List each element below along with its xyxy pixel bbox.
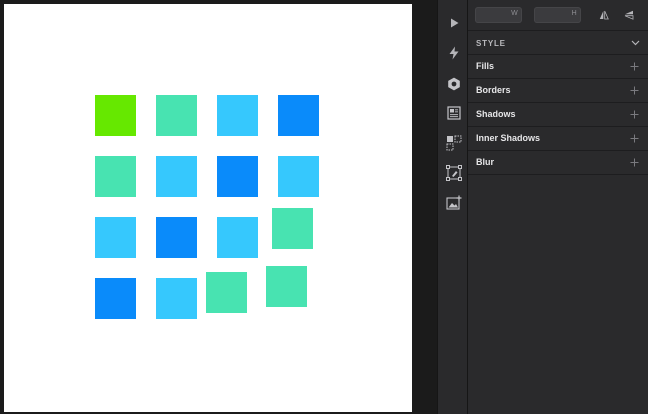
style-title: STYLE — [476, 39, 506, 48]
property-label: Fills — [476, 61, 495, 71]
style-section-header[interactable]: STYLE — [468, 31, 648, 55]
canvas-square[interactable] — [95, 95, 136, 136]
canvas-area[interactable] — [0, 0, 437, 414]
property-row-inner-shadows[interactable]: Inner Shadows — [468, 127, 648, 151]
width-suffix: W — [511, 10, 518, 17]
property-label: Blur — [476, 157, 494, 167]
app-window: W H STYLE Fills Borders Shadows Inner Shado… — [0, 0, 648, 414]
plus-icon[interactable] — [630, 62, 639, 71]
canvas-square[interactable] — [95, 278, 136, 319]
property-row-blur[interactable]: Blur — [468, 151, 648, 175]
canvas-square[interactable] — [272, 208, 313, 249]
canvas-square[interactable] — [156, 95, 197, 136]
width-field[interactable]: W — [475, 7, 522, 23]
plus-icon[interactable] — [630, 86, 639, 95]
add-image-icon[interactable] — [438, 188, 469, 218]
component-icon[interactable] — [438, 69, 469, 99]
canvas-square[interactable] — [278, 156, 319, 197]
property-label: Borders — [476, 85, 511, 95]
property-label: Shadows — [476, 109, 516, 119]
canvas-square[interactable] — [217, 95, 258, 136]
canvas-square[interactable] — [217, 217, 258, 258]
plus-icon[interactable] — [630, 110, 639, 119]
edit-path-icon[interactable] — [438, 158, 469, 188]
dimensions-row: W H — [468, 0, 648, 31]
plus-icon[interactable] — [630, 158, 639, 167]
canvas-square[interactable] — [206, 272, 247, 313]
canvas-square[interactable] — [217, 156, 258, 197]
canvas-square[interactable] — [156, 156, 197, 197]
chevron-down-icon[interactable] — [631, 38, 640, 47]
property-row-borders[interactable]: Borders — [468, 79, 648, 103]
canvas-square[interactable] — [266, 266, 307, 307]
property-label: Inner Shadows — [476, 133, 541, 143]
inspector-panel: W H STYLE Fills Borders Shadows Inner Shado… — [468, 0, 648, 414]
play-icon[interactable] — [438, 8, 469, 38]
property-row-shadows[interactable]: Shadows — [468, 103, 648, 127]
canvas-gutter — [412, 0, 437, 414]
layout-icon[interactable] — [438, 98, 469, 128]
canvas-square[interactable] — [156, 217, 197, 258]
lightning-icon[interactable] — [438, 38, 469, 68]
plus-icon[interactable] — [630, 134, 639, 143]
height-suffix: H — [571, 10, 577, 17]
artboard[interactable] — [4, 4, 412, 412]
canvas-square[interactable] — [156, 278, 197, 319]
flip-vertical-icon[interactable] — [622, 7, 636, 23]
canvas-square[interactable] — [95, 156, 136, 197]
canvas-square[interactable] — [95, 217, 136, 258]
symbols-icon[interactable] — [438, 128, 469, 158]
property-row-fills[interactable]: Fills — [468, 55, 648, 79]
tool-rail — [437, 0, 468, 414]
flip-horizontal-icon[interactable] — [597, 7, 611, 23]
height-field[interactable]: H — [534, 7, 581, 23]
canvas-square[interactable] — [278, 95, 319, 136]
